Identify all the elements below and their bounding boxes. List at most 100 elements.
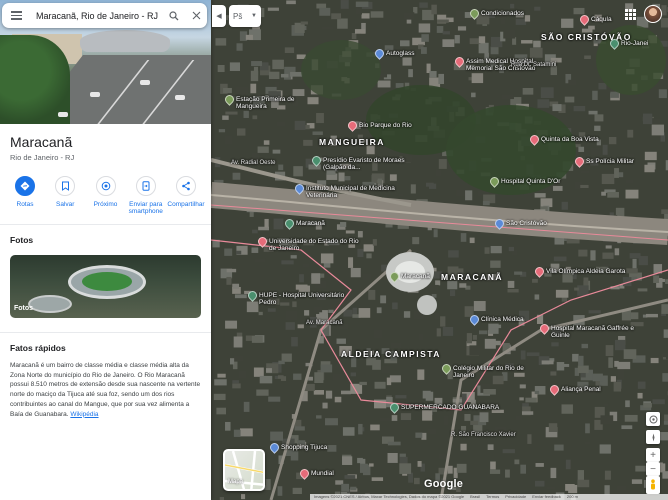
city-block — [223, 87, 232, 94]
city-block — [585, 423, 590, 434]
map-label-poi[interactable]: Presídio Evaristo de Moraes (Galpão da..… — [323, 157, 413, 171]
city-block — [550, 467, 557, 479]
city-block — [392, 302, 398, 310]
map-label-poi[interactable]: Aliança Penal — [561, 386, 601, 393]
map-label-poi[interactable]: Hospital Quinta D'Or — [501, 178, 560, 185]
city-block — [398, 193, 404, 197]
share-button[interactable]: Compartilhar — [167, 176, 205, 216]
city-block — [490, 46, 499, 55]
city-block — [303, 139, 313, 146]
map-label-poi[interactable]: Estação Primeira de Mangueira — [236, 96, 326, 110]
map-label-poi[interactable]: Maracanã — [296, 220, 325, 227]
city-block — [464, 413, 471, 421]
city-block — [263, 140, 270, 145]
save-button[interactable]: Salvar — [46, 176, 84, 216]
compass-icon[interactable] — [646, 412, 660, 426]
city-block — [293, 373, 302, 380]
zoom-out-button[interactable]: − — [646, 462, 660, 476]
layer-chip-label: Pš — [233, 11, 243, 21]
apps-grid-icon[interactable] — [625, 9, 636, 20]
attribution-region[interactable]: Brasil — [470, 494, 480, 500]
map-label-poi[interactable]: Cáqula — [591, 16, 612, 23]
city-block — [567, 105, 573, 110]
map-label-poi[interactable]: Instituto Municipal de Medicina Veteriná… — [306, 185, 396, 199]
place-subtitle: Rio de Janeiro - RJ — [10, 153, 75, 162]
map-label-poi[interactable]: Hospital Maracanã Gaffrée e Guinle — [551, 325, 641, 339]
map-label-poi[interactable]: Shopping Tijuca — [281, 444, 327, 451]
city-block — [417, 369, 425, 380]
attribution-terms[interactable]: Termos — [486, 494, 499, 500]
map-label-poi[interactable]: Condicionados — [481, 10, 524, 17]
city-block — [419, 2, 428, 8]
map-scale[interactable]: 200 m — [567, 494, 578, 500]
menu-icon[interactable] — [2, 3, 30, 28]
city-block — [521, 40, 533, 44]
city-block — [293, 166, 303, 177]
attribution-feedback[interactable]: Enviar feedback — [532, 494, 561, 500]
satellite-map[interactable]: SÃO CRISTÓVÃO MARACANÃ MANGUEIRA ALDEIA CAM… — [211, 0, 668, 500]
nearby-button[interactable]: Próximo — [87, 176, 125, 216]
city-block — [256, 389, 269, 396]
map-label-poi[interactable]: HUPE - Hospital Universitário Pedro — [259, 292, 349, 306]
wikipedia-link[interactable]: Wikipédia — [70, 411, 98, 418]
city-block — [268, 71, 280, 80]
facts-description: Maracanã é um bairro de classe média e c… — [0, 353, 211, 420]
city-block — [456, 463, 467, 473]
directions-button[interactable]: Rotas — [6, 176, 44, 216]
city-block — [387, 452, 398, 463]
avatar[interactable] — [644, 5, 662, 23]
map-label-poi[interactable]: Autoglass — [386, 50, 415, 57]
map-label-poi[interactable]: Ss Polícia Militar — [586, 158, 634, 165]
my-location-icon[interactable] — [646, 430, 660, 444]
map-label-poi[interactable]: Mundial — [311, 470, 334, 477]
search-input[interactable]: Maracanã, Rio de Janeiro - RJ — [30, 11, 163, 21]
action-bar: Rotas Salvar Próximo Enviar para smartph… — [0, 162, 211, 225]
map-label-poi[interactable]: Maracanã — [401, 273, 430, 280]
map-label-road: Av. Maracanã — [306, 320, 343, 326]
map-label-poi[interactable]: Universidade do Estado do Rio de Janeiro — [269, 238, 359, 252]
map-label-big: ALDEIA CAMPISTA — [341, 349, 441, 359]
map-label-poi[interactable]: Rio-Janei — [621, 40, 648, 47]
layer-chip[interactable]: Pš ▼ — [229, 5, 261, 27]
send-to-phone-button[interactable]: Enviar para smartphone — [127, 176, 165, 216]
city-block — [592, 373, 603, 382]
city-block — [465, 190, 473, 201]
photos-thumbnail[interactable]: Fotos — [10, 254, 201, 318]
city-block — [578, 249, 588, 257]
city-block — [280, 73, 289, 78]
map-label-poi[interactable]: SUPERMERCADO GUANABARA — [401, 404, 499, 411]
city-block — [661, 5, 667, 16]
city-block — [434, 312, 440, 320]
city-block — [505, 469, 510, 478]
city-block — [470, 420, 479, 425]
zoom-in-button[interactable]: + — [646, 448, 660, 462]
city-block — [224, 135, 233, 145]
google-logo: Google — [424, 478, 464, 490]
city-block — [604, 470, 611, 480]
search-icon[interactable] — [163, 3, 185, 28]
city-block — [573, 7, 585, 15]
map-label-poi[interactable]: Vila Olímpica Aldeia Garota — [546, 268, 636, 275]
map-label-poi[interactable]: Bio Parque do Rio — [359, 122, 412, 129]
map-label-poi[interactable]: Colégio Militar do Rio de Janeiro — [453, 365, 543, 379]
city-block — [440, 316, 446, 327]
facts-text: Maracanã é um bairro de classe média e c… — [10, 361, 201, 418]
city-block — [252, 115, 258, 120]
city-block — [645, 313, 658, 318]
city-block — [447, 465, 453, 474]
map-layer-toggle[interactable]: Mapa — [223, 449, 265, 491]
city-block — [337, 18, 348, 29]
attribution-privacy[interactable]: Privacidade — [505, 494, 526, 500]
map-label-poi[interactable]: Clínica Médica — [481, 316, 524, 323]
street-view-pegman-icon[interactable] — [646, 476, 660, 494]
collapse-panel-button[interactable]: ◀ — [212, 5, 226, 27]
map-label-poi[interactable]: Quinta da Boa Vista — [541, 136, 599, 143]
city-block — [371, 477, 384, 481]
city-block — [578, 355, 584, 367]
close-icon[interactable] — [185, 3, 207, 28]
city-block — [637, 381, 646, 389]
city-block — [374, 381, 386, 389]
map-label-poi[interactable]: São Cristóvão — [506, 220, 547, 227]
city-block — [561, 201, 568, 210]
city-block — [607, 192, 619, 198]
